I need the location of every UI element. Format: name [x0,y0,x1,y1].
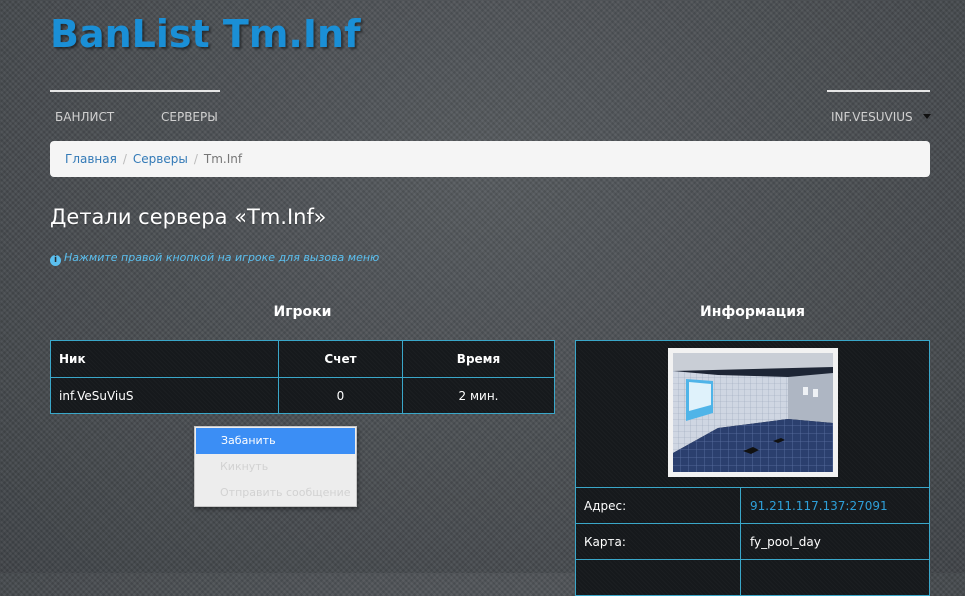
players-header-row: Ник Счет Время [50,340,555,378]
player-time: 2 мин. [402,377,555,414]
server-address-link[interactable]: 91.211.117.137:27091 [740,487,930,524]
map-preview [667,348,838,477]
menu-item-ban[interactable]: Забанить [196,428,355,454]
nav-divider-right [827,90,930,92]
nav-banlist[interactable]: БАНЛИСТ [55,110,114,124]
players-heading: Игроки [273,304,332,320]
table-row[interactable]: inf.VeSuViuS 0 2 мин. [50,377,555,414]
info-label-empty [575,559,741,596]
menu-item-kick[interactable]: Кикнуть [195,454,356,480]
hint-text: i Нажмите правой кнопкой на игроке для вы… [50,251,379,266]
user-menu[interactable]: INF.VESUVIUS [831,110,931,124]
breadcrumb-home[interactable]: Главная [65,152,117,166]
col-score: Счет [278,340,403,378]
info-value-empty [740,559,930,596]
info-heading: Информация [700,304,805,320]
player-nick[interactable]: inf.VeSuViuS [50,377,279,414]
page-title: Детали сервера «Tm.Inf» [50,205,327,229]
player-context-menu: Забанить Кикнуть Отправить сообщение [194,426,357,507]
info-icon: i [50,255,61,266]
map-screenshot-image [672,353,833,472]
breadcrumb: Главная / Серверы / Tm.Inf [50,141,930,177]
map-preview-cell [575,340,930,488]
menu-item-send-message[interactable]: Отправить сообщение [195,480,356,506]
breadcrumb-servers[interactable]: Серверы [133,152,188,166]
site-logo[interactable]: BanList Tm.Inf [50,12,361,56]
hint-label: Нажмите правой кнопкой на игроке для выз… [64,251,380,264]
table-row: Карта: fy_pool_day [575,523,930,560]
col-nick: Ник [50,340,279,378]
breadcrumb-separator: / [193,152,198,166]
caret-down-icon [922,114,931,119]
players-table: Ник Счет Время inf.VeSuViuS 0 2 мин. [50,340,555,414]
map-name: fy_pool_day [740,523,930,560]
info-label-map: Карта: [575,523,741,560]
nav-divider-left [50,90,220,92]
table-row [575,559,930,596]
breadcrumb-current: Tm.Inf [203,152,243,166]
table-row: Адрес: 91.211.117.137:27091 [575,487,930,524]
info-label-address: Адрес: [575,487,741,524]
nav-servers[interactable]: СЕРВЕРЫ [161,110,218,124]
player-score: 0 [278,377,403,414]
user-menu-label: INF.VESUVIUS [831,110,913,124]
breadcrumb-separator: / [122,152,127,166]
info-table: Адрес: 91.211.117.137:27091 Карта: fy_po… [575,340,930,596]
col-time: Время [402,340,555,378]
